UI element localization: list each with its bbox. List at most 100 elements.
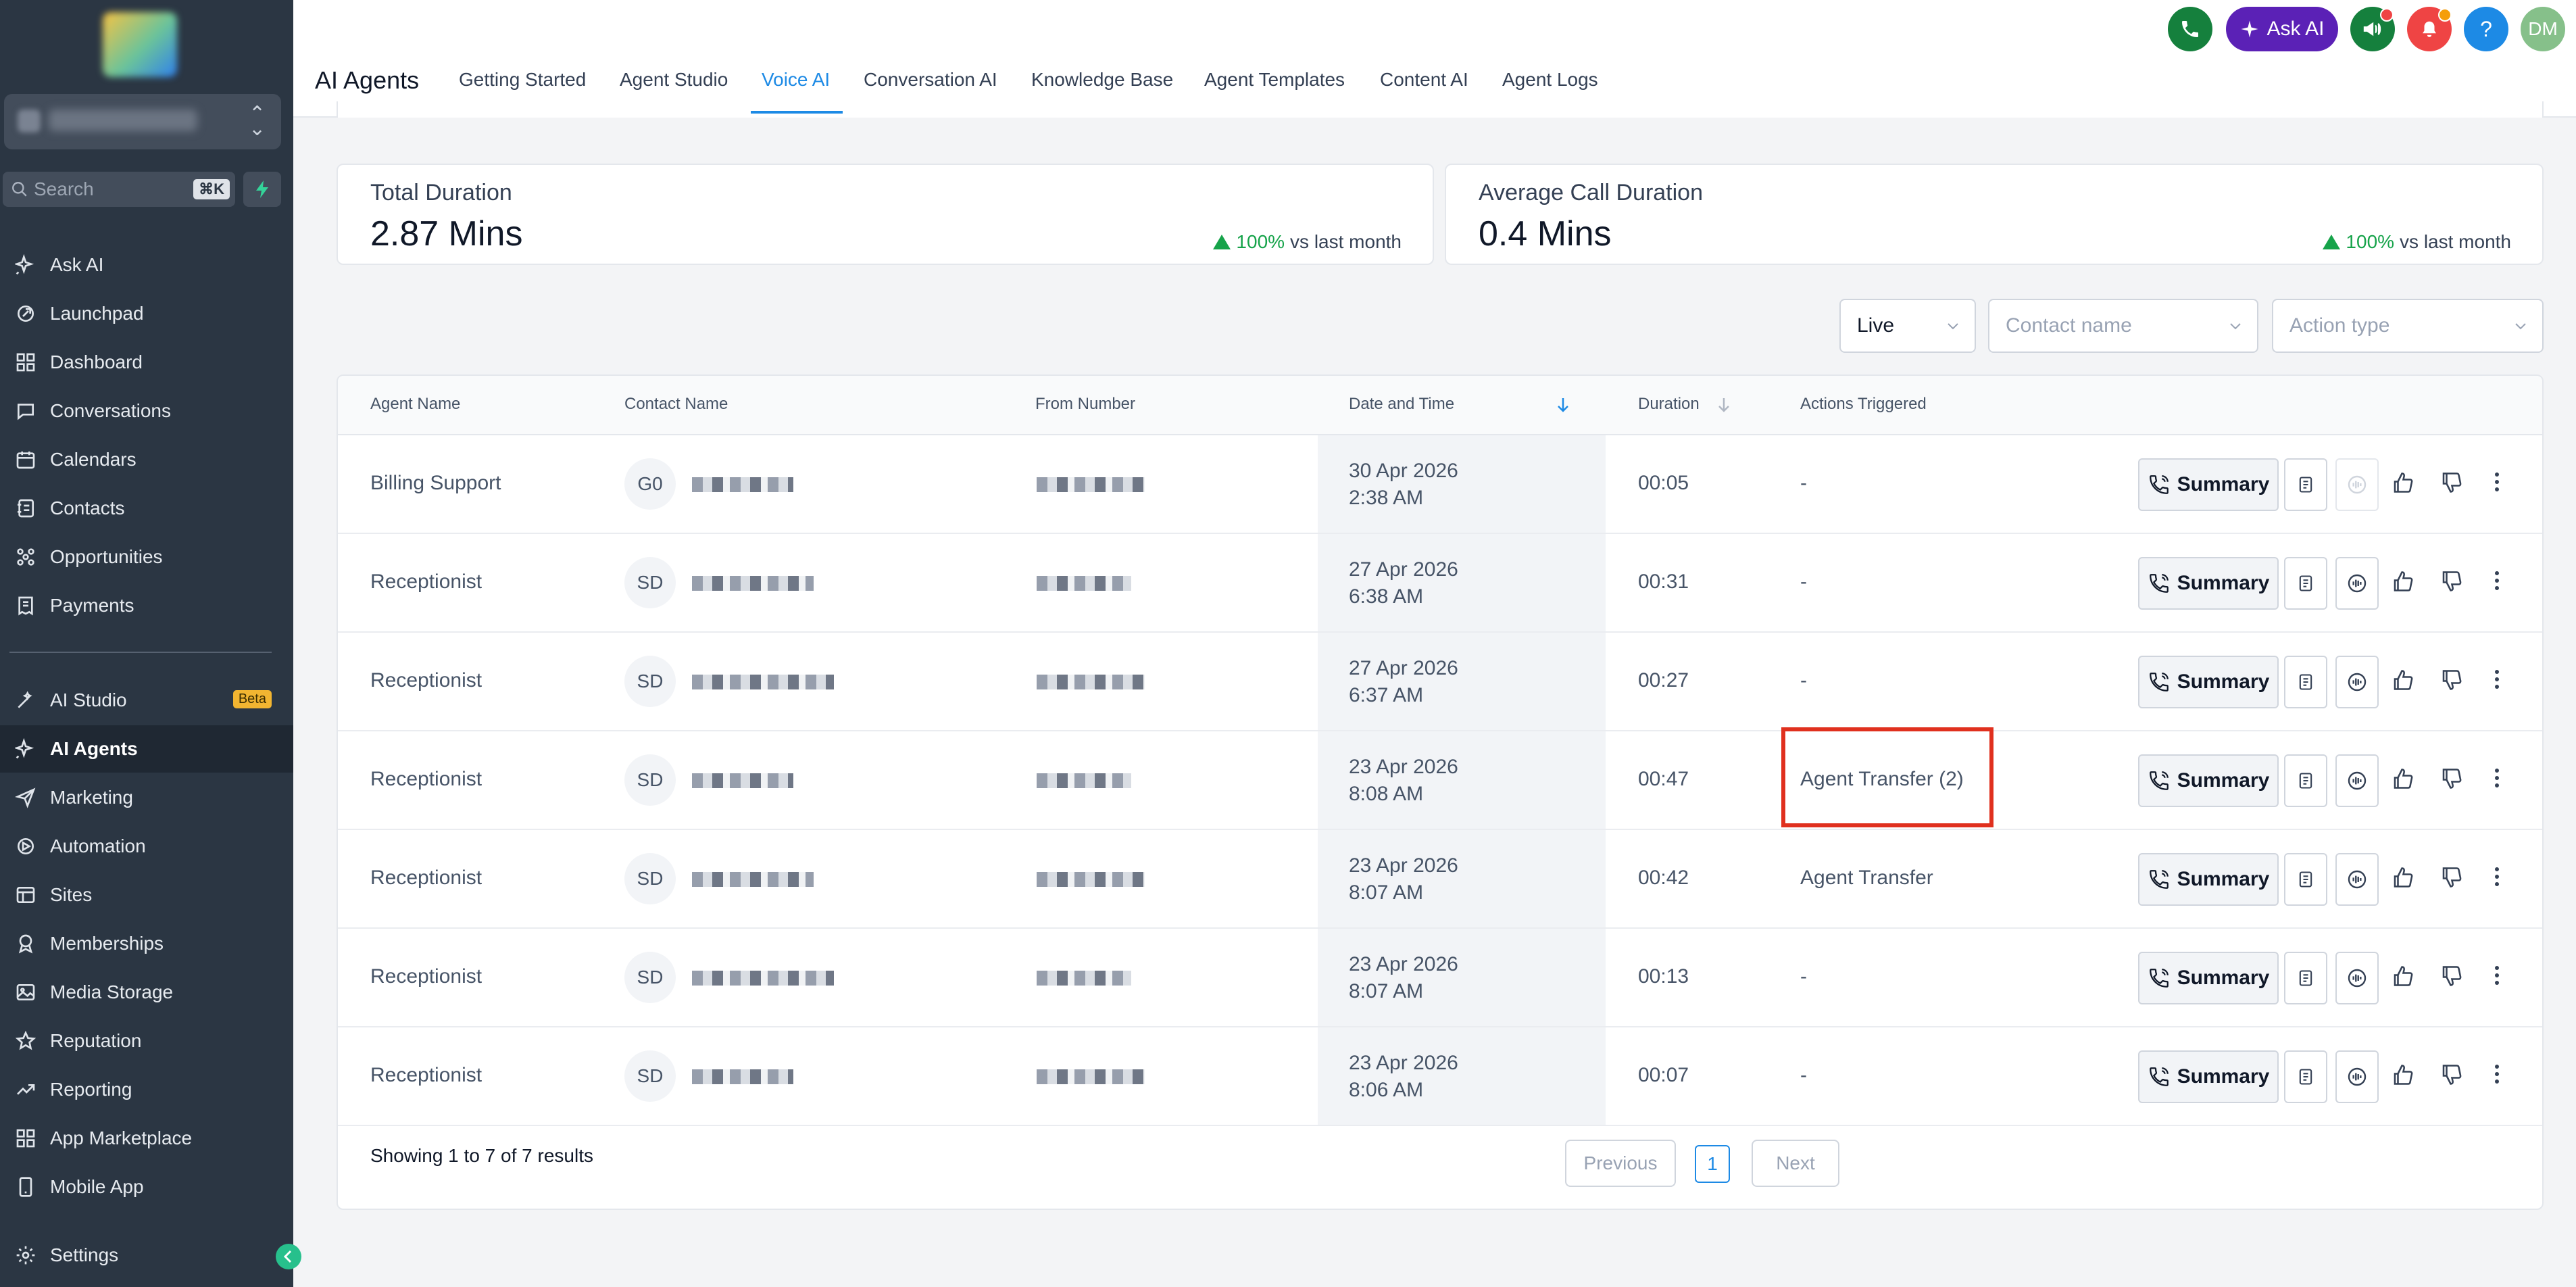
quick-action-button[interactable] [243, 172, 281, 207]
sidebar-item-media-storage[interactable]: Media Storage [0, 969, 293, 1016]
transcript-button[interactable] [2284, 656, 2327, 708]
sidebar-item-opportunities[interactable]: Opportunities [0, 533, 293, 581]
sidebar-item-memberships[interactable]: Memberships [0, 920, 293, 967]
summary-button[interactable]: Summary [2138, 557, 2279, 610]
thumbs-up-icon[interactable] [2391, 1063, 2415, 1087]
account-avatar [18, 110, 41, 132]
transcript-button[interactable] [2284, 557, 2327, 610]
column-header-contact[interactable]: Contact Name [624, 395, 728, 414]
transcript-button[interactable] [2284, 458, 2327, 511]
ask-ai-button[interactable]: Ask AI [2226, 7, 2338, 51]
collapse-sidebar-button[interactable] [276, 1244, 301, 1269]
sidebar-item-sites[interactable]: Sites [0, 871, 293, 919]
more-options-icon[interactable] [2494, 767, 2500, 790]
sidebar-item-launchpad[interactable]: Launchpad [0, 290, 293, 337]
tab-content-ai[interactable]: Content AI [1380, 69, 1468, 91]
help-button[interactable]: ? [2464, 7, 2508, 51]
tab-knowledge-base[interactable]: Knowledge Base [1031, 69, 1173, 91]
thumbs-up-icon[interactable] [2391, 767, 2415, 791]
stat-trend: 100% vs last month [2323, 231, 2511, 253]
more-options-icon[interactable] [2494, 668, 2500, 691]
recording-button[interactable] [2335, 1050, 2379, 1103]
thumbs-down-icon[interactable] [2439, 470, 2464, 495]
sidebar-item-ask-ai[interactable]: Ask AI [0, 241, 293, 289]
agent-name[interactable]: Receptionist [370, 1064, 482, 1087]
recording-button[interactable] [2335, 754, 2379, 807]
recording-button[interactable] [2335, 952, 2379, 1004]
thumbs-up-icon[interactable] [2391, 865, 2415, 890]
sidebar-item-settings[interactable]: Settings [0, 1232, 293, 1279]
announcements-button[interactable] [2350, 7, 2395, 51]
thumbs-up-icon[interactable] [2391, 569, 2415, 593]
sidebar-item-mobile-app[interactable]: Mobile App [0, 1163, 293, 1211]
transcript-button[interactable] [2284, 853, 2327, 906]
next-page-button[interactable]: Next [1752, 1140, 1839, 1187]
agent-name[interactable]: Receptionist [370, 768, 482, 791]
notifications-button[interactable] [2407, 7, 2452, 51]
sidebar-item-marketing[interactable]: Marketing [0, 774, 293, 821]
thumbs-down-icon[interactable] [2439, 668, 2464, 692]
summary-button[interactable]: Summary [2138, 952, 2279, 1004]
tab-agent-templates[interactable]: Agent Templates [1204, 69, 1345, 91]
recording-button[interactable] [2335, 656, 2379, 708]
summary-button[interactable]: Summary [2138, 1050, 2279, 1103]
page-number-button[interactable]: 1 [1695, 1145, 1730, 1183]
agent-name[interactable]: Receptionist [370, 669, 482, 692]
thumbs-down-icon[interactable] [2439, 569, 2464, 593]
sidebar-item-ai-studio[interactable]: AI Studio Beta [0, 677, 293, 724]
column-header-agent[interactable]: Agent Name [370, 395, 460, 414]
phone-button[interactable] [2168, 7, 2212, 51]
agent-name[interactable]: Receptionist [370, 570, 482, 593]
transcript-button[interactable] [2284, 1050, 2327, 1103]
sidebar-item-conversations[interactable]: Conversations [0, 387, 293, 435]
more-options-icon[interactable] [2494, 569, 2500, 592]
sidebar-item-app-marketplace[interactable]: App Marketplace [0, 1115, 293, 1162]
thumbs-up-icon[interactable] [2391, 668, 2415, 692]
sidebar-item-automation[interactable]: Automation [0, 823, 293, 870]
transcript-button[interactable] [2284, 952, 2327, 1004]
status-filter[interactable]: Live [1839, 299, 1976, 353]
thumbs-down-icon[interactable] [2439, 767, 2464, 791]
summary-button[interactable]: Summary [2138, 853, 2279, 906]
sidebar-item-reporting[interactable]: Reporting [0, 1066, 293, 1113]
more-options-icon[interactable] [2494, 964, 2500, 987]
thumbs-down-icon[interactable] [2439, 964, 2464, 988]
recording-button[interactable] [2335, 557, 2379, 610]
summary-button[interactable]: Summary [2138, 754, 2279, 807]
thumbs-up-icon[interactable] [2391, 964, 2415, 988]
tab-conversation-ai[interactable]: Conversation AI [864, 69, 997, 91]
user-avatar[interactable]: DM [2521, 7, 2565, 51]
contact-name-filter[interactable]: Contact name [1988, 299, 2258, 353]
summary-button[interactable]: Summary [2138, 458, 2279, 511]
previous-page-button[interactable]: Previous [1565, 1140, 1676, 1187]
tab-getting-started[interactable]: Getting Started [459, 69, 586, 91]
column-header-date[interactable]: Date and Time [1349, 395, 1454, 414]
brand-logo[interactable] [103, 12, 177, 77]
agent-name[interactable]: Billing Support [370, 472, 501, 495]
thumbs-up-icon[interactable] [2391, 470, 2415, 495]
more-options-icon[interactable] [2494, 470, 2500, 493]
transcript-button[interactable] [2284, 754, 2327, 807]
tab-voice-ai[interactable]: Voice AI [762, 69, 830, 91]
sidebar-item-calendars[interactable]: Calendars [0, 436, 293, 483]
summary-button[interactable]: Summary [2138, 656, 2279, 708]
sidebar-item-reputation[interactable]: Reputation [0, 1017, 293, 1065]
sidebar-search[interactable]: ⌘K [3, 172, 235, 207]
tab-agent-studio[interactable]: Agent Studio [620, 69, 728, 91]
tab-agent-logs[interactable]: Agent Logs [1502, 69, 1598, 91]
column-header-duration[interactable]: Duration [1638, 395, 1700, 414]
sidebar-item-dashboard[interactable]: Dashboard [0, 339, 293, 386]
column-header-from[interactable]: From Number [1035, 395, 1135, 414]
sidebar-item-contacts[interactable]: Contacts [0, 485, 293, 532]
recording-button[interactable] [2335, 853, 2379, 906]
more-options-icon[interactable] [2494, 1063, 2500, 1086]
sidebar-item-payments[interactable]: Payments [0, 582, 293, 629]
search-input[interactable] [34, 178, 182, 200]
sidebar-item-ai-agents[interactable]: AI Agents [0, 725, 293, 773]
thumbs-down-icon[interactable] [2439, 1063, 2464, 1087]
thumbs-down-icon[interactable] [2439, 865, 2464, 890]
action-type-filter[interactable]: Action type [2272, 299, 2544, 353]
more-options-icon[interactable] [2494, 865, 2500, 888]
agent-name[interactable]: Receptionist [370, 965, 482, 988]
agent-name[interactable]: Receptionist [370, 867, 482, 890]
